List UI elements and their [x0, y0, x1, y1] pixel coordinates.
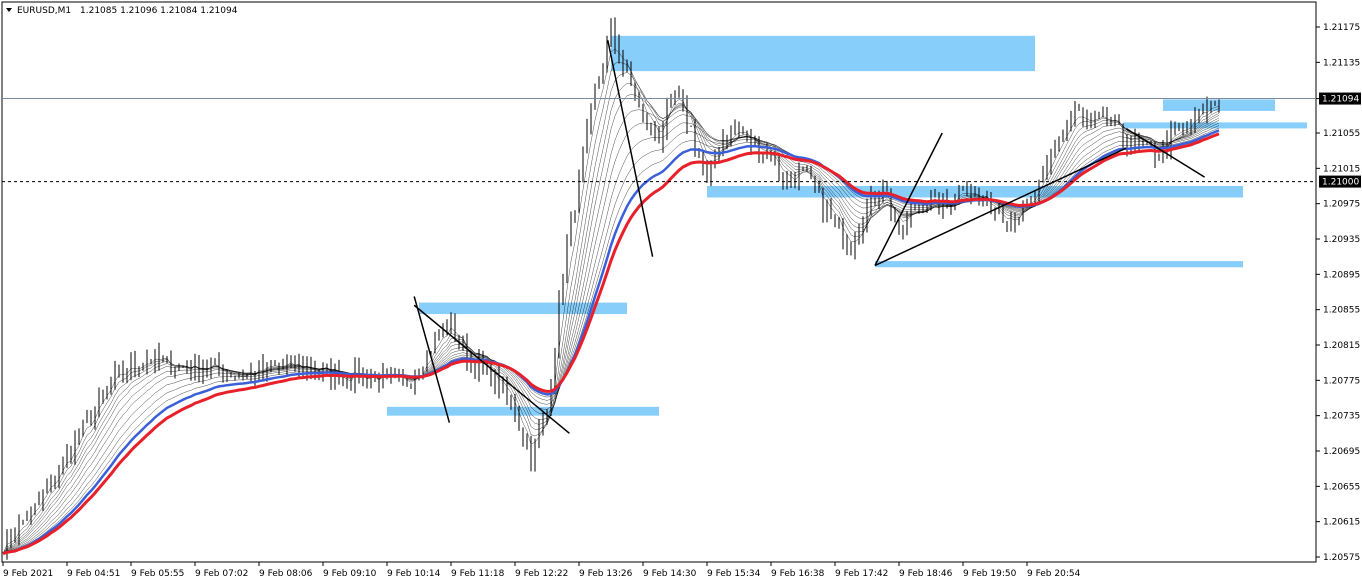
- x-tick-label: 9 Feb 14:30: [643, 569, 697, 579]
- zone-rect[interactable]: [611, 35, 1035, 72]
- price-axis[interactable]: 1.21175 1.21135 1.21094 1.21055 1.21015 1.209…: [1316, 23, 1361, 563]
- y-tick-label: 1.20615: [1323, 518, 1360, 528]
- x-tick-label: 9 Feb 15:34: [707, 569, 761, 579]
- x-tick-label: 9 Feb 13:26: [579, 569, 633, 579]
- x-tick-label: 9 Feb 08:06: [259, 569, 313, 579]
- y-tick-label: 1.20975: [1323, 200, 1360, 210]
- x-tick-label: 9 Feb 07:02: [195, 569, 248, 579]
- time-axis[interactable]: 9 Feb 2021 9 Feb 04:51 9 Feb 05:55 9 Feb 07…: [2, 562, 1081, 579]
- y-tick-label: 1.21015: [1323, 164, 1360, 174]
- y-tick-label: 1.21055: [1323, 129, 1360, 139]
- x-tick-label: 9 Feb 17:42: [835, 569, 888, 579]
- y-tick-label: 1.20695: [1323, 447, 1360, 457]
- x-tick-label: 9 Feb 05:55: [131, 569, 184, 579]
- y-tick-label: 1.20935: [1323, 235, 1360, 245]
- y-tick-label: 1.20815: [1323, 341, 1360, 351]
- x-tick-label: 9 Feb 16:38: [771, 569, 825, 579]
- y-tick-label: 1.20655: [1323, 482, 1360, 492]
- price-chart[interactable]: 1.21175 1.21135 1.21094 1.21055 1.21015 1.209…: [0, 0, 1362, 584]
- current-price-tag-text: 1.21094: [1322, 95, 1359, 105]
- y-tick-label: 1.21175: [1323, 23, 1360, 33]
- x-tick-label: 9 Feb 2021: [3, 569, 53, 579]
- y-tick-label: 1.20895: [1323, 270, 1360, 280]
- x-tick-label: 9 Feb 12:22: [515, 569, 568, 579]
- x-tick-label: 9 Feb 09:10: [323, 569, 377, 579]
- ohlc-values: 1.21085 1.21096 1.21084 1.21094: [80, 6, 238, 16]
- zone-rect[interactable]: [875, 261, 1243, 268]
- x-tick-label: 9 Feb 18:46: [899, 569, 953, 579]
- x-tick-label: 9 Feb 20:54: [1027, 569, 1081, 579]
- plot-area[interactable]: [1, 1, 1317, 563]
- y-tick-label: 1.21135: [1323, 58, 1360, 68]
- y-tick-label: 1.20735: [1323, 412, 1360, 422]
- y-tick-label: 1.20775: [1323, 376, 1360, 386]
- symbol-timeframe: EURUSD,M1: [17, 6, 71, 16]
- y-tick-label: 1.20855: [1323, 306, 1360, 316]
- level-price-tag-text: 1.21000: [1322, 178, 1359, 188]
- x-tick-label: 9 Feb 11:18: [451, 569, 505, 579]
- y-tick-label: 1.20575: [1323, 553, 1360, 563]
- x-tick-label: 9 Feb 10:14: [387, 569, 441, 579]
- x-tick-label: 9 Feb 19:50: [963, 569, 1017, 579]
- x-tick-label: 9 Feb 04:51: [67, 569, 120, 579]
- chart-header: EURUSD,M1 1.21085 1.21096 1.21084 1.2109…: [6, 6, 238, 16]
